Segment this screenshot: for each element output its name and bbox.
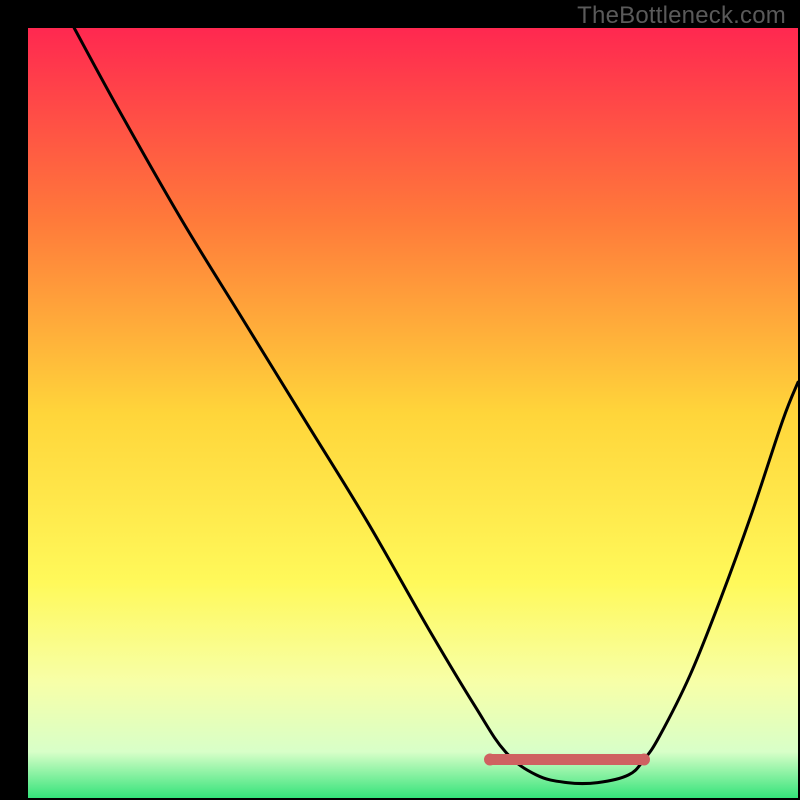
bottleneck-chart <box>0 0 800 800</box>
chart-band-dot-left <box>484 754 496 766</box>
chart-background <box>28 28 798 798</box>
watermark-text: TheBottleneck.com <box>577 2 786 30</box>
chart-band-dot-right <box>638 754 650 766</box>
chart-frame: TheBottleneck.com <box>0 0 800 800</box>
